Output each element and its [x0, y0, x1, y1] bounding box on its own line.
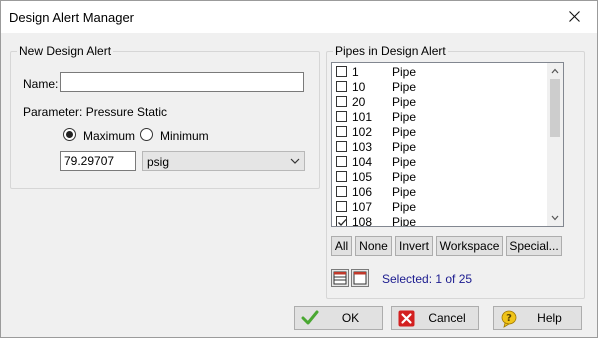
pipe-type: Pipe	[392, 95, 417, 109]
special-button[interactable]: Special...	[506, 236, 562, 256]
pipe-id: 105	[352, 170, 373, 184]
pipe-type: Pipe	[392, 110, 417, 124]
title-bar[interactable]: Design Alert Manager	[1, 1, 597, 33]
grid-view-icon	[333, 271, 347, 285]
pipe-id: 102	[352, 125, 373, 139]
limit-value-input[interactable]	[60, 151, 136, 171]
pipe-id: 10	[352, 80, 366, 94]
unit-select[interactable]: psig	[142, 151, 305, 171]
close-icon	[568, 10, 580, 22]
chevron-up-icon	[551, 68, 559, 74]
chevron-down-icon	[290, 158, 300, 164]
pipe-list-item[interactable]: 106 Pipe	[332, 184, 547, 199]
pipe-id: 107	[352, 200, 373, 214]
scroll-up-button[interactable]	[547, 63, 563, 79]
ok-label: OK	[341, 311, 360, 325]
pipes-listbox[interactable]: 1 Pipe 10 Pipe 20 Pipe 101 Pipe 102 Pipe…	[331, 62, 564, 227]
pipe-checkbox[interactable]	[336, 171, 347, 182]
pipe-checkbox[interactable]	[336, 201, 347, 212]
pipe-id: 106	[352, 185, 373, 199]
pipe-id: 108	[352, 215, 373, 227]
radio-selected-dot	[66, 131, 73, 138]
select-all-button[interactable]: All	[331, 236, 352, 256]
pipe-checkbox[interactable]	[336, 186, 347, 197]
pipe-type: Pipe	[392, 155, 417, 169]
pipe-list-item[interactable]: 104 Pipe	[332, 154, 547, 169]
pipe-type: Pipe	[392, 125, 417, 139]
pipe-id: 104	[352, 155, 373, 169]
scroll-thumb[interactable]	[550, 79, 560, 137]
pipe-list-item[interactable]: 10 Pipe	[332, 79, 547, 94]
ok-button[interactable]: OK	[294, 306, 383, 330]
pipe-checkbox-checked[interactable]	[336, 216, 347, 226]
pipe-type: Pipe	[392, 140, 417, 154]
close-button[interactable]	[551, 1, 597, 31]
minimum-label: Minimum	[160, 129, 209, 143]
maximum-label: Maximum	[83, 129, 136, 143]
selection-count: Selected: 1 of 25	[382, 272, 473, 286]
scroll-down-button[interactable]	[547, 210, 563, 226]
invert-selection-button[interactable]: Invert	[395, 236, 433, 256]
name-label: Name:	[23, 77, 59, 91]
pipe-list-item[interactable]: 108 Pipe	[332, 214, 547, 227]
checkmark-icon	[338, 219, 347, 226]
list-view-button[interactable]	[351, 269, 369, 287]
pipe-list-item[interactable]: 107 Pipe	[332, 199, 547, 214]
pipe-list-item[interactable]: 101 Pipe	[332, 109, 547, 124]
pipe-list-item[interactable]: 103 Pipe	[332, 139, 547, 154]
cancel-label: Cancel	[428, 311, 466, 325]
pipes-in-design-alert-label: Pipes in Design Alert	[333, 44, 448, 58]
grid-view-button[interactable]	[331, 269, 349, 287]
pipe-type: Pipe	[392, 215, 417, 227]
pipe-id: 20	[352, 95, 366, 109]
pipe-id: 101	[352, 110, 373, 124]
pipe-checkbox[interactable]	[336, 81, 347, 92]
cancel-button[interactable]: Cancel	[391, 306, 479, 330]
list-scrollbar[interactable]	[547, 63, 563, 226]
pipe-id: 1	[352, 65, 359, 79]
pipe-type: Pipe	[392, 65, 417, 79]
new-design-alert-label: New Design Alert	[17, 44, 114, 58]
pipe-checkbox[interactable]	[336, 66, 347, 77]
maximum-radio[interactable]	[63, 128, 76, 141]
pipe-checkbox[interactable]	[336, 111, 347, 122]
minimum-radio[interactable]	[140, 128, 153, 141]
pipe-checkbox[interactable]	[336, 156, 347, 167]
pipe-list-item[interactable]: 105 Pipe	[332, 169, 547, 184]
pipe-checkbox[interactable]	[336, 141, 347, 152]
pipe-id: 103	[352, 140, 373, 154]
pipe-type: Pipe	[392, 80, 417, 94]
new-design-alert-group: New Design Alert Name: Parameter: Pressu…	[10, 44, 320, 189]
list-view-icon	[353, 271, 367, 285]
help-button[interactable]: ? Help	[493, 306, 582, 330]
name-input[interactable]	[60, 72, 304, 92]
pipe-list-item[interactable]: 20 Pipe	[332, 94, 547, 109]
workspace-button[interactable]: Workspace	[436, 236, 503, 256]
pipe-checkbox[interactable]	[336, 96, 347, 107]
pipe-type: Pipe	[392, 200, 417, 214]
help-label: Help	[537, 311, 562, 325]
design-alert-manager-window: Design Alert Manager New Design Alert Na…	[0, 0, 598, 338]
unit-select-value: psig	[147, 155, 170, 169]
pipe-type: Pipe	[392, 170, 417, 184]
pipe-type: Pipe	[392, 185, 417, 199]
pipe-list-item[interactable]: 1 Pipe	[332, 64, 547, 79]
select-none-button[interactable]: None	[355, 236, 392, 256]
window-title: Design Alert Manager	[9, 10, 135, 25]
pipes-in-design-alert-group: Pipes in Design Alert 1 Pipe 10 Pipe 20 …	[326, 44, 585, 299]
chevron-down-icon	[551, 215, 559, 221]
parameter-label: Parameter: Pressure Static	[23, 105, 168, 119]
pipe-list-item[interactable]: 102 Pipe	[332, 124, 547, 139]
pipe-checkbox[interactable]	[336, 126, 347, 137]
